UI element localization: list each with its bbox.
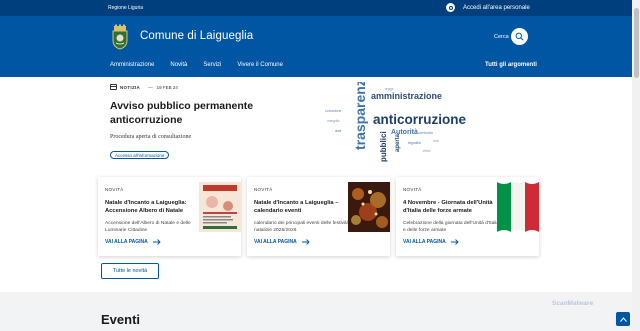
search-button[interactable] [511, 28, 528, 45]
card-title[interactable]: Natale d'Incanto a Laigueglia: Accension… [105, 199, 205, 215]
card-more-link[interactable]: VAI ALLA PAGINA [105, 239, 161, 245]
nav-item-amministrazione[interactable]: Amministrazione [110, 62, 154, 68]
site-header: Comune di Laigueglia Cerca Amministrazio… [0, 16, 632, 77]
hero-topic-chip[interactable]: Accesso all'informazione [110, 151, 170, 159]
login-link[interactable]: Accedi all'area personale [446, 3, 530, 12]
news-card[interactable]: NOVITÀ Natale d'Incanto a Laigueglia – c… [247, 177, 390, 256]
word-controllo: controllo [418, 130, 434, 135]
watermark-text: ScanMalware [552, 300, 594, 307]
hero-category: NOTIZIA [120, 84, 141, 90]
word-etica: etica [423, 149, 430, 153]
word-pubblici: pubblici [379, 131, 388, 162]
site-title[interactable]: Comune di Laigueglia [140, 30, 253, 42]
scrollbar-thumb[interactable] [633, 8, 639, 78]
card-more-link[interactable]: VAI ALLA PAGINA [254, 239, 310, 245]
page-scrollbar[interactable] [632, 0, 640, 331]
card-image-italian-flag [497, 182, 539, 232]
card-image-christmas-lights [348, 182, 390, 232]
word-legge: legge [385, 87, 394, 91]
search-icon [515, 32, 524, 41]
nav-item-vivere-il-comune[interactable]: Vivere il Comune [237, 62, 283, 68]
word-integrita: integrità [327, 119, 340, 123]
card-category: NOVITÀ [105, 187, 124, 192]
all-topics-link[interactable]: Tutti gli argomenti [485, 62, 537, 68]
nav-item-servizi[interactable]: Servizi [203, 62, 221, 68]
card-image-poster [199, 182, 241, 232]
card-title[interactable]: 4 Novembre - Giornata dell'Unità d'Itali… [403, 199, 503, 215]
login-label: Accedi all'area personale [463, 4, 530, 11]
card-title[interactable]: Natale d'Incanto a Laigueglia – calendar… [254, 199, 354, 215]
crest-icon [112, 24, 128, 50]
nav-item-novita[interactable]: Novità [170, 62, 187, 68]
events-section [0, 292, 632, 331]
events-title: Eventi [101, 312, 141, 327]
arrow-right-icon [152, 239, 161, 245]
word-legalita: legalità [408, 140, 421, 145]
word-trasparenza: trasparenza [352, 82, 368, 150]
hero-title[interactable]: Avviso pubblico permanente anticorruzion… [110, 99, 300, 127]
arrow-right-icon [450, 239, 459, 245]
hero-meta: NOTIZIA — 19 FEB 24 [110, 84, 178, 90]
slim-header: Regione Liguria Accedi all'area personal… [0, 0, 632, 16]
card-category: NOVITÀ [254, 187, 273, 192]
back-to-top-button[interactable] [616, 312, 630, 326]
word-dati: dati [335, 128, 342, 133]
news-card[interactable]: NOVITÀ Natale d'Incanto a Laigueglia: Ac… [98, 177, 241, 256]
search-label: Cerca [494, 34, 509, 40]
region-link[interactable]: Regione Liguria [108, 5, 143, 11]
hero-subtitle: Procedura aperta di consultazione [110, 134, 192, 140]
card-category: NOVITÀ [403, 187, 422, 192]
user-icon [446, 3, 455, 12]
word-anticorruzione: anticorruzione [373, 112, 467, 127]
arrow-right-icon [301, 239, 310, 245]
hero-wordcloud-image[interactable]: amministrazione anticorruzione trasparen… [323, 82, 471, 164]
main-nav: Amministrazione Novità Servizi Vivere il… [110, 62, 299, 68]
chevron-up-icon [619, 316, 627, 322]
calendar-icon [110, 84, 117, 90]
word-corruzione: corruzione [325, 109, 341, 113]
all-news-button[interactable]: Tutte le novità [101, 263, 159, 279]
card-more-link[interactable]: VAI ALLA PAGINA [403, 239, 459, 245]
word-amministrazione: amministrazione [371, 91, 442, 101]
card-description: calendario dei principali eventi delle f… [254, 221, 350, 233]
card-description: Accensione dell'Albero di Natale e delle… [105, 221, 191, 233]
card-description: Celebrazione della giornata dell'Unità d… [403, 221, 500, 233]
word-aperta: aperta [395, 133, 401, 152]
word-enti: enti [433, 139, 439, 143]
hero-date: 19 FEB 24 [156, 84, 178, 90]
news-cards: NOVITÀ Natale d'Incanto a Laigueglia: Ac… [96, 177, 542, 259]
news-card[interactable]: NOVITÀ 4 Novembre - Giornata dell'Unità … [396, 177, 539, 256]
